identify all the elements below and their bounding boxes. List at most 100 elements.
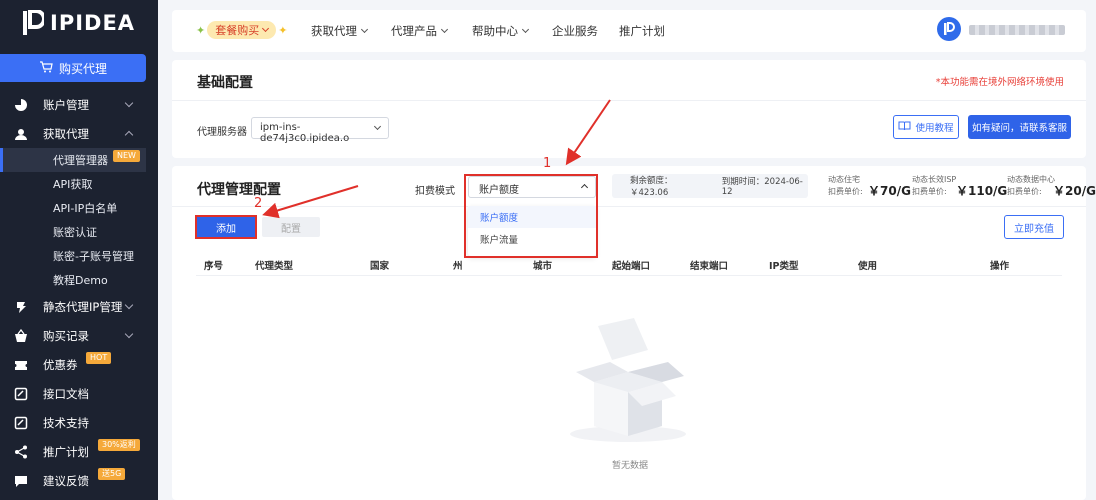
empty-state-text: 暂无数据: [612, 461, 649, 471]
top-nav: ✦ 套餐购买 ✦ 获取代理 代理产品 帮助中心 企业服务 推广计划: [172, 10, 1086, 52]
sidebar-item-feedback[interactable]: 建议反馈 送5G: [0, 466, 158, 495]
column-header: 序号: [204, 261, 224, 272]
sidebar-item-static-ip[interactable]: 静态代理IP管理: [0, 292, 158, 321]
price-isp: 动态长效ISP 扣费单价: ￥110/G: [912, 174, 1007, 198]
proxy-server-select[interactable]: ipm-ins-de74j3c0.ipidea.o: [251, 117, 389, 144]
support-icon: [14, 416, 28, 430]
sidebar-subitem-auth[interactable]: 账密认证: [0, 220, 158, 244]
sidebar-item-label: 获取代理: [43, 126, 89, 141]
price-datacenter: 动态数据中心 扣费单价: ￥20/G: [1007, 174, 1096, 198]
annotation-step-1: 1: [543, 156, 552, 171]
chevron-down-icon: [440, 25, 449, 34]
static-ip-icon: [14, 300, 28, 314]
tutorial-button[interactable]: 使用教程: [893, 115, 959, 139]
sidebar-item-label: 推广计划: [43, 444, 89, 459]
sidebar-item-api-docs[interactable]: 接口文档: [0, 379, 158, 408]
price-residential: 动态住宅 扣费单价: ￥70/G: [828, 174, 911, 198]
empty-box-icon: [564, 316, 694, 446]
sidebar-item-support[interactable]: 技术支持: [0, 408, 158, 437]
billing-mode-label: 扣费模式: [415, 186, 455, 197]
sidebar-subitem-demo[interactable]: 教程Demo: [0, 268, 158, 292]
contact-support-button[interactable]: 如有疑问，请联系客服: [968, 115, 1071, 139]
sidebar-subitem-api[interactable]: API获取: [0, 172, 158, 196]
sidebar-item-purchase-records[interactable]: 购买记录: [0, 321, 158, 350]
tutorial-label: 使用教程: [915, 123, 954, 134]
new-badge: NEW: [113, 150, 140, 162]
brand-logo[interactable]: IPIDEA: [22, 8, 135, 38]
divider: [172, 206, 1086, 207]
price-amount: ￥70/G: [868, 184, 911, 198]
sidebar: IPIDEA 购买代理 账户管理 获取代理 代理管理器 NEW API获取 AP…: [0, 0, 158, 500]
sidebar-subitem-label: 账密-子账号管理: [53, 250, 134, 263]
sidebar-subitem-proxy-manager[interactable]: 代理管理器 NEW: [0, 148, 146, 172]
promo-pill: 套餐购买: [207, 21, 277, 39]
price-unit-label: 扣费单价:: [828, 187, 863, 196]
sidebar-menu: 账户管理 获取代理 代理管理器 NEW API获取 API-IP白名单 账密认证…: [0, 90, 158, 495]
sidebar-item-label: 账户管理: [43, 97, 89, 112]
buy-proxy-button[interactable]: 购买代理: [0, 54, 146, 82]
proxy-server-label: 代理服务器: [197, 127, 247, 138]
price-type: 动态长效ISP: [912, 175, 957, 184]
column-header: 使用: [858, 261, 878, 272]
share-icon: [14, 445, 28, 459]
sidebar-item-referral[interactable]: 推广计划 30%返利: [0, 437, 158, 466]
chevron-up-icon: [124, 130, 134, 140]
promo-package[interactable]: ✦ 套餐购买 ✦: [196, 21, 287, 39]
sidebar-item-label: 接口文档: [43, 386, 89, 401]
avatar[interactable]: [937, 17, 961, 41]
sidebar-item-label: 静态代理IP管理: [43, 299, 123, 314]
price-type: 动态住宅: [828, 175, 860, 184]
chevron-down-icon: [360, 25, 369, 34]
buy-proxy-label: 购买代理: [58, 61, 107, 76]
proxy-config-panel: 代理管理配置 扣费模式 账户额度 账户额度 账户流量 剩余额度：￥423.06 …: [172, 166, 1096, 500]
sidebar-subitem-label: 账密认证: [53, 226, 97, 239]
doc-icon: [14, 387, 28, 401]
price-amount: ￥110/G: [956, 184, 1008, 198]
sidebar-item-label: 建议反馈: [43, 473, 89, 488]
section-title: 基础配置: [197, 75, 253, 91]
column-header: 州: [453, 261, 463, 272]
chevron-down-icon: [124, 300, 134, 310]
column-header: 起始端口: [612, 261, 651, 272]
price-amount: ￥20/G: [1053, 184, 1096, 198]
nav-label: 代理产品: [391, 24, 437, 38]
sidebar-item-coupon[interactable]: 优惠券 HOT: [0, 350, 158, 379]
sidebar-item-label: 技术支持: [43, 415, 89, 430]
sidebar-subitem-subaccount[interactable]: 账密-子账号管理: [0, 244, 158, 268]
nav-label: 帮助中心: [472, 24, 518, 38]
sidebar-subitem-label: API获取: [53, 178, 93, 191]
sparkle-icon: ✦: [196, 23, 206, 37]
chevron-down-icon: [262, 24, 270, 33]
user-icon: [14, 127, 28, 141]
proxy-server-value: ipm-ins-de74j3c0.ipidea.o: [260, 122, 350, 144]
recharge-button[interactable]: 立即充值: [1004, 215, 1064, 239]
nav-get-proxy[interactable]: 获取代理: [311, 23, 369, 39]
nav-enterprise[interactable]: 企业服务: [552, 23, 598, 39]
annotation-box-1: [464, 174, 598, 258]
price-unit-label: 扣费单价:: [912, 187, 947, 196]
sidebar-item-get-proxy[interactable]: 获取代理: [0, 119, 158, 148]
price-type: 动态数据中心: [1007, 175, 1055, 184]
nav-help-center[interactable]: 帮助中心: [472, 23, 530, 39]
sidebar-item-account[interactable]: 账户管理: [0, 90, 158, 119]
basket-icon: [14, 328, 28, 343]
book-icon: [898, 121, 911, 134]
column-header: 城市: [533, 261, 553, 272]
divider: [172, 100, 1086, 101]
logo-icon: [22, 9, 46, 36]
sidebar-subitem-whitelist[interactable]: API-IP白名单: [0, 196, 158, 220]
price-unit-label: 扣费单价:: [1007, 187, 1042, 196]
coupon-icon: [14, 358, 28, 372]
sidebar-item-label: 购买记录: [43, 328, 89, 343]
column-header: 代理类型: [255, 261, 294, 272]
username-redacted[interactable]: [969, 25, 1065, 35]
nav-referral[interactable]: 推广计划: [619, 23, 665, 39]
chevron-down-icon: [124, 98, 134, 108]
column-header: IP类型: [769, 261, 799, 272]
basic-config-panel: 基础配置 *本功能需在境外网络环境使用 代理服务器 ipm-ins-de74j3…: [172, 60, 1086, 158]
section-title: 代理管理配置: [197, 182, 281, 198]
nav-proxy-products[interactable]: 代理产品: [391, 23, 449, 39]
column-header: 国家: [370, 261, 390, 272]
sidebar-item-label: 优惠券: [43, 357, 78, 372]
config-button[interactable]: 配置: [262, 217, 320, 237]
